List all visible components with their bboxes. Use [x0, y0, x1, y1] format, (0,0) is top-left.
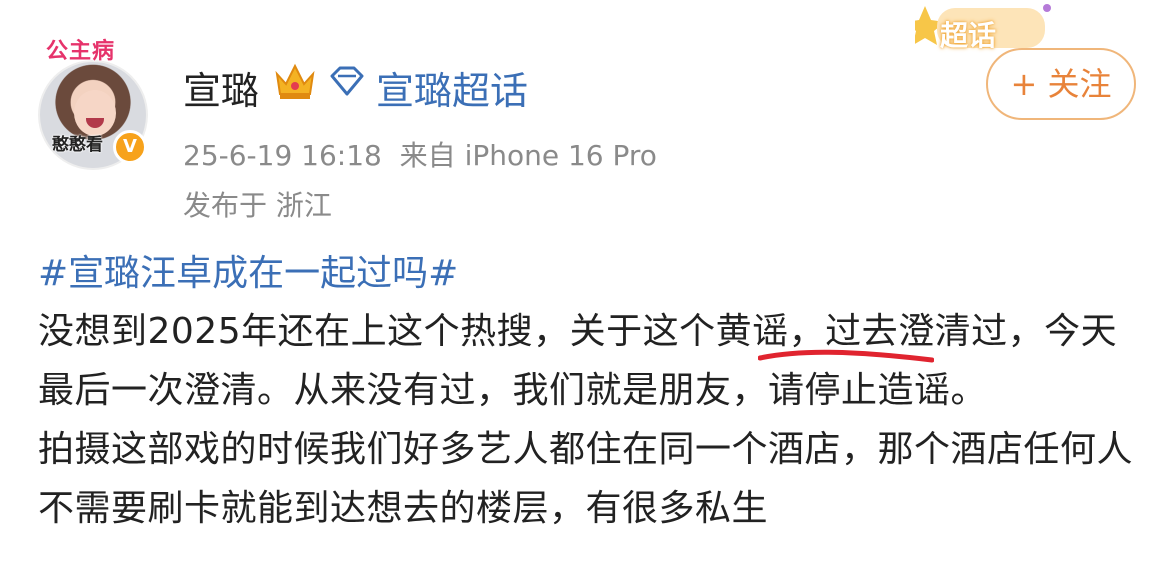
follow-button[interactable]: + 关注: [986, 48, 1136, 120]
post-paragraph: 没想到2025年还在上这个热搜，关于这个黄谣，过去澄清过，今天最后一次澄清。从来…: [38, 311, 1118, 411]
post-paragraph: 拍摄这部戏的时候我们好多艺人都住在同一个酒店，那个酒店任何人不需要刷卡就能到达想…: [38, 429, 1134, 529]
hashtag-link[interactable]: #宣璐汪卓成在一起过吗#: [38, 244, 458, 296]
post-location: 发布于 浙江: [183, 189, 332, 222]
crown-icon: [275, 63, 315, 99]
verified-badge-icon: V: [113, 130, 147, 164]
diamond-icon: [330, 66, 364, 96]
red-underline-annotation: [758, 349, 934, 363]
post-time-source: 25-6-19 16:18 来自 iPhone 16 Pro: [183, 139, 657, 172]
avatar-caption: 憨憨看: [52, 135, 103, 155]
post-body: 没想到2025年还在上这个热搜，关于这个黄谣，过去澄清过，今天最后一次澄清。从来…: [38, 302, 1143, 538]
chaohua-badge-text: 超话: [940, 19, 997, 52]
avatar-sticker: 公主病: [46, 39, 116, 64]
username[interactable]: 宣璐: [183, 60, 259, 115]
supertopic-link[interactable]: 宣璐超话: [376, 60, 528, 115]
